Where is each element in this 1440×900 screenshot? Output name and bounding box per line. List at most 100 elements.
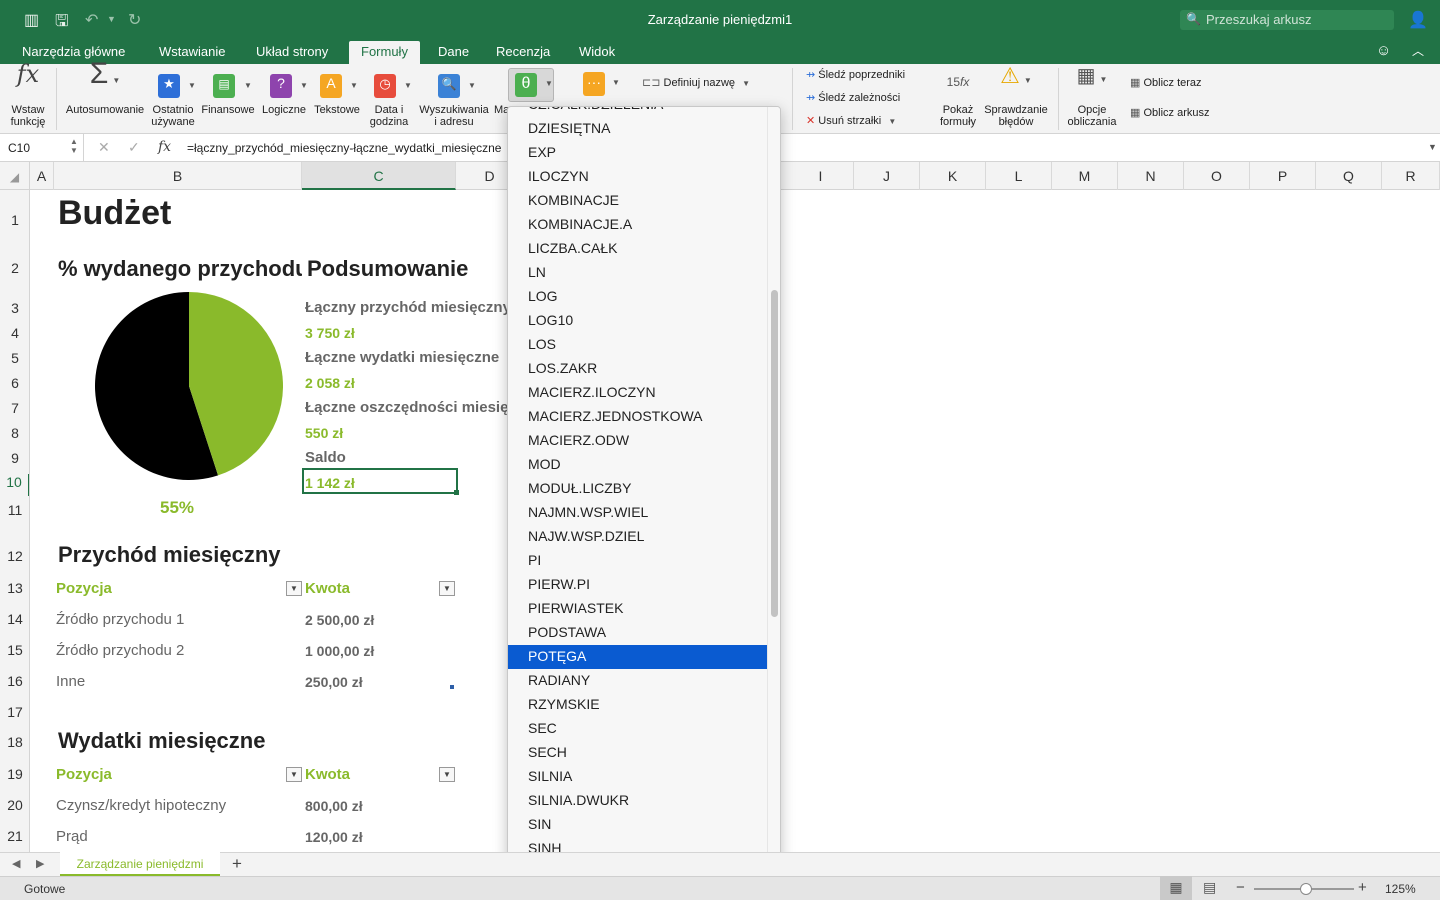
function-menu-item[interactable]: SILNIA [508,765,767,789]
row-header[interactable]: 3 [0,300,29,316]
row-header[interactable]: 5 [0,350,29,366]
function-menu-item[interactable]: RZYMSKIE [508,693,767,717]
tab-page-layout[interactable]: Układ strony [256,44,328,59]
financial-button[interactable]: ▤ ▼ Finansowe [200,68,256,116]
column-header[interactable]: N [1118,162,1184,190]
function-menu-item[interactable]: ILOCZYN [508,165,767,189]
expense-item-filter-button[interactable]: ▼ [286,767,302,782]
row-header[interactable]: 2 [0,260,29,276]
row-header[interactable]: 13 [0,580,29,596]
function-menu-item[interactable]: LOG10 [508,309,767,333]
column-header[interactable]: M [1052,162,1118,190]
column-header[interactable]: L [986,162,1052,190]
zoom-in-icon[interactable]: + [1358,879,1367,896]
insert-function-button[interactable]: fx Wstaw funkcję [6,62,50,128]
column-header[interactable]: J [854,162,920,190]
function-menu-item[interactable]: PIERWIASTEK [508,597,767,621]
page-layout-view-icon[interactable]: ▤ [1203,879,1216,896]
select-all-corner[interactable]: ◢ [0,162,30,190]
row-header[interactable]: 20 [0,797,29,813]
income-amount-filter-button[interactable]: ▼ [439,581,455,596]
cancel-icon[interactable]: ✕ [98,139,110,156]
function-menu-item[interactable]: MACIERZ.JEDNOSTKOWA [508,405,767,429]
expense-amount-filter-button[interactable]: ▼ [439,767,455,782]
row-header[interactable]: 9 [0,450,29,466]
enter-check-icon[interactable]: ✓ [128,139,140,156]
row-header[interactable]: 15 [0,642,29,658]
row-header[interactable]: 21 [0,828,29,844]
row-header[interactable]: 19 [0,766,29,782]
row-header[interactable]: 6 [0,375,29,391]
row-header[interactable]: 12 [0,548,29,564]
function-menu-item[interactable]: SILNIA.DWUKR [508,789,767,813]
next-sheet-icon[interactable]: ▶ [36,857,44,870]
column-header[interactable]: Q [1316,162,1382,190]
row-header[interactable]: 18 [0,734,29,750]
error-checking-button[interactable]: ⚠ ▼ Sprawdzanie błędów [982,65,1050,129]
normal-view-icon[interactable]: ▦ [1160,876,1192,900]
search-input[interactable]: 🔍 Przeszukaj arkusz [1180,10,1394,30]
lookup-button[interactable]: 🔍 ▼ Wyszukiwania i adresu [416,68,492,128]
function-menu-item[interactable]: KOMBINACJE [508,189,767,213]
tab-home[interactable]: Narzędzia główne [22,44,125,59]
autosum-button[interactable]: Σ ▼ Autosumowanie [62,59,148,117]
row-header[interactable]: 14 [0,611,29,627]
column-header[interactable]: I [788,162,854,190]
function-menu-item[interactable]: SEC [508,717,767,741]
feedback-smiley-icon[interactable]: ☺ [1376,42,1391,59]
sheet-tab-active[interactable]: Zarządzanie pieniędzmi [60,852,220,876]
function-menu-item[interactable]: KOMBINACJE.A [508,213,767,237]
remove-arrows-button[interactable]: ✕ Usuń strzałki ▼ [806,114,896,127]
column-header-selected[interactable]: C [302,162,456,190]
name-box-stepper-icon[interactable]: ▲ ▼ [70,137,78,155]
math-trig-button[interactable]: θ ▼ [508,68,554,102]
column-header[interactable]: A [30,162,54,190]
show-formulas-button[interactable]: 15fx Pokaż formuły [934,70,982,128]
function-menu-item[interactable]: PIERW.PI [508,573,767,597]
function-menu-item[interactable]: POTĘGA [508,645,767,669]
function-menu-item[interactable]: MOD [508,453,767,477]
more-functions-button[interactable]: ··· ▼ [580,68,626,102]
income-item-filter-button[interactable]: ▼ [286,581,302,596]
function-menu-item[interactable]: LOS.ZAKR [508,357,767,381]
function-menu-item[interactable]: SECH [508,741,767,765]
tab-review[interactable]: Recenzja [496,44,550,59]
define-name-button[interactable]: ⊏⊐ Definiuj nazwę ▼ [642,76,750,89]
logical-button[interactable]: ? ▼ Logiczne [260,68,308,116]
function-menu-item[interactable]: MODUŁ.LICZBY [508,477,767,501]
table-resize-handle[interactable] [450,685,454,689]
formula-input[interactable]: =łączny_przychód_miesięczny-łączne_wydat… [187,141,507,155]
row-header[interactable]: 17 [0,704,29,720]
calculate-sheet-button[interactable]: ▦ Oblicz arkusz [1130,106,1210,119]
function-menu-item[interactable]: LN [508,261,767,285]
calc-options-button[interactable]: ▦ ▼ Opcje obliczania [1064,66,1120,128]
function-menu-item[interactable]: PODSTAWA [508,621,767,645]
row-header[interactable]: 11 [0,502,29,518]
row-header-selected[interactable]: 10 [0,474,29,496]
function-menu-item[interactable]: LOG [508,285,767,309]
row-header[interactable]: 4 [0,325,29,341]
trace-dependents-button[interactable]: ⇸ Śledź zależności [806,91,900,104]
zoom-slider-thumb[interactable] [1300,883,1312,895]
function-menu-item[interactable]: DZIESIĘTNA [508,117,767,141]
tab-formulas[interactable]: Formuły [349,41,420,64]
fx-formula-icon[interactable]: fx [158,139,171,155]
row-header[interactable]: 1 [0,212,29,228]
fill-handle[interactable] [454,490,459,495]
function-menu-item[interactable]: LICZBA.CAŁK [508,237,767,261]
collapse-ribbon-icon[interactable]: ︿ [1412,42,1424,59]
share-person-icon[interactable]: 👤 [1408,10,1428,30]
prev-sheet-icon[interactable]: ◀ [12,857,20,870]
function-menu-item[interactable]: NAJMN.WSP.WIEL [508,501,767,525]
row-header[interactable]: 7 [0,400,29,416]
function-menu-item[interactable]: EXP [508,141,767,165]
zoom-out-icon[interactable]: − [1236,879,1245,896]
tab-insert[interactable]: Wstawianie [159,44,225,59]
column-header[interactable]: P [1250,162,1316,190]
column-header[interactable]: B [54,162,302,190]
function-menu-item[interactable]: NAJW.WSP.DZIEL [508,525,767,549]
column-header[interactable]: K [920,162,986,190]
tab-view[interactable]: Widok [579,44,615,59]
function-menu-item[interactable]: MACIERZ.ODW [508,429,767,453]
menu-scrollbar-thumb[interactable] [771,290,778,617]
